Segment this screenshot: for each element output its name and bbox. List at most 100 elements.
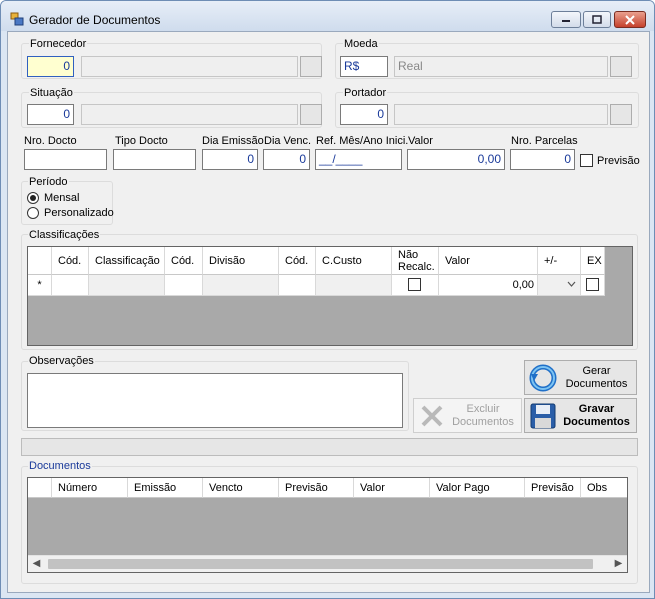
situacao-name-field	[81, 104, 298, 125]
progress-bar	[21, 438, 638, 456]
chevron-down-icon	[567, 281, 576, 287]
documentos-label: Documentos	[28, 460, 92, 472]
grid-row-header	[28, 247, 52, 275]
nro-parcelas-input[interactable]: 0	[510, 149, 575, 170]
moeda-code-input[interactable]: R$	[340, 56, 388, 77]
col-sinal[interactable]: +/-	[538, 247, 581, 275]
minimize-icon	[562, 19, 570, 22]
close-button[interactable]	[614, 11, 646, 28]
col-nao-recalc[interactable]: Não Recalc.	[392, 247, 439, 275]
fornecedor-label: Fornecedor	[29, 38, 88, 50]
nro-parcelas-label: Nro. Parcelas	[511, 135, 578, 147]
previsao-checkbox[interactable]	[580, 154, 593, 167]
moeda-name-field: Real	[394, 56, 608, 77]
excluir-documentos-label: Excluir Documentos	[452, 402, 514, 428]
cell-divisao	[203, 275, 279, 296]
situacao-label: Situação	[29, 87, 74, 99]
col-ccusto[interactable]: C.Custo	[316, 247, 392, 275]
periodo-mensal-radio[interactable]	[27, 192, 39, 204]
col-previsao[interactable]: Previsão	[279, 478, 354, 498]
col-classificacao[interactable]: Classificação	[89, 247, 165, 275]
col-valor-pago[interactable]: Valor Pago	[430, 478, 525, 498]
maximize-icon	[592, 14, 602, 24]
previsao-label: Previsão	[597, 155, 640, 167]
periodo-personalizado-radio[interactable]	[27, 207, 39, 219]
valor-label: Valor	[408, 135, 433, 147]
dia-emissao-label: Dia Emissão	[202, 135, 264, 147]
refresh-icon	[529, 364, 557, 391]
form-client-area: Fornecedor 0 Moeda R$ Real Situação 0 Po…	[7, 31, 650, 593]
gravar-documentos-button[interactable]: Gravar Documentos	[524, 398, 637, 433]
minimize-button[interactable]	[551, 11, 581, 28]
scroll-right-icon[interactable]: ▶	[610, 556, 627, 572]
classificacoes-label: Classificações	[28, 229, 101, 241]
col-cod-ccusto[interactable]: Cód.	[279, 247, 316, 275]
title-bar[interactable]: Gerador de Documentos	[1, 1, 654, 31]
cell-ex	[581, 275, 605, 296]
scroll-left-icon[interactable]: ◀	[28, 556, 45, 572]
cell-sinal-dropdown[interactable]	[538, 275, 581, 296]
excluir-documentos-button[interactable]: Excluir Documentos	[413, 398, 522, 433]
periodo-personalizado-label: Personalizado	[44, 207, 114, 219]
nro-docto-label: Nro. Docto	[24, 135, 77, 147]
valor-input[interactable]: 0,00	[407, 149, 505, 170]
col-emissao[interactable]: Emissão	[128, 478, 203, 498]
save-disk-icon	[530, 403, 556, 428]
observacoes-textarea[interactable]	[27, 373, 403, 428]
scroll-thumb[interactable]	[48, 559, 593, 569]
fornecedor-name-field	[81, 56, 298, 77]
nao-recalc-checkbox[interactable]	[408, 278, 421, 291]
classificacoes-grid[interactable]: Cód. Classificação Cód. Divisão Cód. C.C…	[27, 246, 633, 346]
dia-venc-label: Dia Venc.	[264, 135, 312, 147]
nro-docto-input[interactable]	[24, 149, 107, 170]
main-window: Gerador de Documentos Fornecedor 0 Moeda…	[0, 0, 655, 599]
portador-label: Portador	[343, 87, 388, 99]
gerar-documentos-button[interactable]: Gerar Documentos	[524, 360, 637, 395]
grid-row-header	[28, 478, 52, 498]
moeda-label: Moeda	[343, 38, 379, 50]
close-icon	[625, 14, 635, 25]
portador-code-input[interactable]: 0	[340, 104, 388, 125]
dia-emissao-input[interactable]: 0	[202, 149, 258, 170]
cell-nao-recalc	[392, 275, 439, 296]
dia-venc-input[interactable]: 0	[263, 149, 310, 170]
col-numero[interactable]: Número	[52, 478, 128, 498]
col-previsao-2[interactable]: Previsão	[525, 478, 581, 498]
col-valor[interactable]: Valor	[354, 478, 430, 498]
gravar-documentos-label: Gravar Documentos	[563, 402, 630, 428]
portador-name-field	[394, 104, 608, 125]
col-ex[interactable]: EX	[581, 247, 605, 275]
situacao-search-button[interactable]	[300, 104, 322, 125]
delete-x-icon	[421, 405, 443, 426]
app-forms-icon	[10, 12, 24, 26]
cell-cod-divisao[interactable]	[165, 275, 203, 296]
documentos-grid[interactable]: Número Emissão Vencto Previsão Valor Val…	[27, 477, 628, 573]
periodo-mensal-label: Mensal	[44, 192, 80, 204]
col-valor[interactable]: Valor	[439, 247, 538, 275]
gerar-documentos-label: Gerar Documentos	[565, 364, 628, 390]
moeda-search-button[interactable]	[610, 56, 632, 77]
horizontal-scrollbar[interactable]: ◀ ▶	[28, 555, 627, 572]
portador-search-button[interactable]	[610, 104, 632, 125]
cell-classificacao	[89, 275, 165, 296]
col-cod-classificacao[interactable]: Cód.	[52, 247, 89, 275]
ref-mes-ano-input[interactable]: __/____	[315, 149, 402, 170]
fornecedor-code-input[interactable]: 0	[27, 56, 74, 77]
fornecedor-search-button[interactable]	[300, 56, 322, 77]
cell-cod-classificacao[interactable]	[52, 275, 89, 296]
ex-checkbox[interactable]	[586, 278, 599, 291]
cell-valor[interactable]: 0,00	[439, 275, 538, 296]
cell-ccusto	[316, 275, 392, 296]
cell-cod-ccusto[interactable]	[279, 275, 316, 296]
periodo-label: Período	[28, 176, 69, 188]
col-vencto[interactable]: Vencto	[203, 478, 279, 498]
col-divisao[interactable]: Divisão	[203, 247, 279, 275]
new-row-marker: *	[28, 275, 52, 296]
observacoes-label: Observações	[28, 355, 95, 367]
situacao-code-input[interactable]: 0	[27, 104, 74, 125]
col-cod-divisao[interactable]: Cód.	[165, 247, 203, 275]
tipo-docto-input[interactable]	[113, 149, 196, 170]
col-obs[interactable]: Obs	[581, 478, 627, 498]
maximize-button[interactable]	[583, 11, 611, 28]
tipo-docto-label: Tipo Docto	[115, 135, 168, 147]
